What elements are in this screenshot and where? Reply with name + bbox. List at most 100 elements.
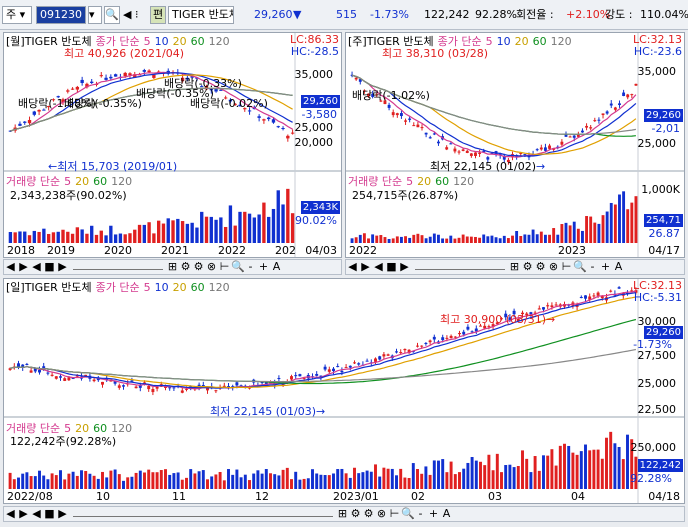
code-input[interactable]: 091230 <box>36 6 86 24</box>
search-icon[interactable]: 🔍 <box>104 6 120 24</box>
settings2-icon[interactable]: ⚙ <box>192 260 205 274</box>
settings-icon[interactable]: ⚙ <box>179 260 192 274</box>
sound-icon[interactable]: ◀ ⁝ <box>123 6 138 24</box>
range-icon[interactable]: ⊢ <box>388 507 401 521</box>
zoom-out-button[interactable]: - <box>244 260 257 274</box>
date-label: 11 <box>172 490 186 503</box>
volume-bar <box>143 472 146 489</box>
candle-body <box>201 385 205 387</box>
settings2-icon[interactable]: ⚙ <box>362 507 375 521</box>
zoom-out-button[interactable]: - <box>414 507 427 521</box>
candle-body <box>592 295 596 297</box>
font-button[interactable]: A <box>270 260 283 274</box>
stop-button[interactable]: ■ <box>43 507 56 521</box>
next-button[interactable]: ▶ <box>398 260 411 274</box>
font-button[interactable]: A <box>612 260 625 274</box>
ma120-label[interactable]: 120 <box>209 35 230 48</box>
ma60-label[interactable]: 60 <box>533 35 547 48</box>
zoom-icon[interactable]: 🔍 <box>231 260 245 274</box>
zoom-out-button[interactable]: - <box>586 260 599 274</box>
stop-button[interactable]: ■ <box>385 260 398 274</box>
hc-label: HC:-28.5 <box>290 45 339 58</box>
zoom-slider[interactable] <box>414 269 505 270</box>
candle-body <box>596 292 600 296</box>
end-date: 04/03 <box>305 244 337 257</box>
candle-body <box>348 365 352 368</box>
volume-bar <box>350 238 354 243</box>
vol-badge: 254,71 <box>644 214 683 227</box>
ma20-label[interactable]: 20 <box>173 281 187 294</box>
weekly-chart-canvas[interactable] <box>346 33 685 258</box>
volume-bar <box>626 209 630 243</box>
candle-body <box>466 326 470 330</box>
zoom-icon[interactable]: 🔍 <box>573 260 587 274</box>
zoom-in-button[interactable]: + <box>257 260 270 274</box>
candle-body <box>59 376 62 378</box>
prev-button[interactable]: ◀ <box>372 260 385 274</box>
daily-chart-panel[interactable]: [일]TIGER 반도체 종가 단순 5 10 20 60 120 LC:32.13 HC:… <box>3 278 685 504</box>
volume-bar <box>71 471 75 489</box>
candle-body <box>449 143 453 145</box>
settings-icon[interactable]: ⚙ <box>349 507 362 521</box>
range-icon[interactable]: ⊢ <box>218 260 231 274</box>
prev-button[interactable]: ◀ <box>30 260 43 274</box>
monthly-chart-panel[interactable]: [월]TIGER 반도체 종가 단순 5 10 20 60 120 LC:86.33 HC:… <box>3 32 342 258</box>
close-icon[interactable]: ⊗ <box>375 507 388 521</box>
grid-icon[interactable]: ⊞ <box>508 260 521 274</box>
scroll-right-button[interactable]: ▶ <box>359 260 372 274</box>
candle-body <box>365 360 369 362</box>
ma120-label[interactable]: 120 <box>551 35 572 48</box>
candle-body <box>17 363 20 367</box>
next-button[interactable]: ▶ <box>56 507 69 521</box>
ma10-label[interactable]: 10 <box>497 35 511 48</box>
zoom-in-button[interactable]: + <box>599 260 612 274</box>
ma5-label[interactable]: 5 <box>144 281 151 294</box>
market-type-select[interactable]: 주 ▾ <box>2 6 32 24</box>
candle-body <box>424 342 428 344</box>
scroll-left-button[interactable]: ◀ <box>346 260 359 274</box>
grid-icon[interactable]: ⊞ <box>336 507 349 521</box>
daily-chart-canvas[interactable] <box>4 279 685 504</box>
volume-bar <box>494 237 498 243</box>
candle-body <box>353 362 356 364</box>
candle-body <box>474 328 478 332</box>
volume-bar <box>133 229 137 243</box>
weekly-chart-panel[interactable]: [주]TIGER 반도체 종가 단순 5 10 20 60 120 LC:32.13 HC:… <box>345 32 685 258</box>
range-icon[interactable]: ⊢ <box>560 260 573 274</box>
volume-bar <box>470 457 474 489</box>
next-button[interactable]: ▶ <box>56 260 69 274</box>
high-annotation: 최고 30,900 (03/31)→ <box>440 313 556 326</box>
ma60-label[interactable]: 60 <box>191 281 205 294</box>
volume-bar <box>403 477 407 489</box>
zoom-icon[interactable]: 🔍 <box>401 507 415 521</box>
zoom-in-button[interactable]: + <box>427 507 440 521</box>
volume-bar <box>474 236 477 243</box>
ma60-label[interactable]: 60 <box>191 35 205 48</box>
ma10-label[interactable]: 10 <box>155 281 169 294</box>
code-dropdown-icon[interactable]: ▾ <box>88 6 102 24</box>
monthly-chart-canvas[interactable] <box>4 33 342 258</box>
scroll-right-button[interactable]: ▶ <box>17 260 30 274</box>
stop-button[interactable]: ■ <box>43 260 56 274</box>
volume-bar <box>281 469 285 489</box>
ma120-label[interactable]: 120 <box>209 281 230 294</box>
candle-body <box>600 296 604 299</box>
scroll-left-button[interactable]: ◀ <box>4 260 17 274</box>
scroll-right-button[interactable]: ▶ <box>17 507 30 521</box>
ma20-label[interactable]: 20 <box>515 35 529 48</box>
close-icon[interactable]: ⊗ <box>547 260 560 274</box>
font-button[interactable]: A <box>440 507 453 521</box>
settings-icon[interactable]: ⚙ <box>521 260 534 274</box>
zoom-slider[interactable] <box>72 516 333 517</box>
grid-icon[interactable]: ⊞ <box>166 260 179 274</box>
volume-bar <box>294 471 298 489</box>
settings2-icon[interactable]: ⚙ <box>534 260 547 274</box>
volume-bar <box>348 477 352 489</box>
candle-body <box>399 113 403 117</box>
close-icon[interactable]: ⊗ <box>205 260 218 274</box>
prev-button[interactable]: ◀ <box>30 507 43 521</box>
volume-bar <box>567 445 571 489</box>
scroll-left-button[interactable]: ◀ <box>4 507 17 521</box>
zoom-slider[interactable] <box>72 269 163 270</box>
pen-button[interactable]: 편 <box>150 6 166 24</box>
